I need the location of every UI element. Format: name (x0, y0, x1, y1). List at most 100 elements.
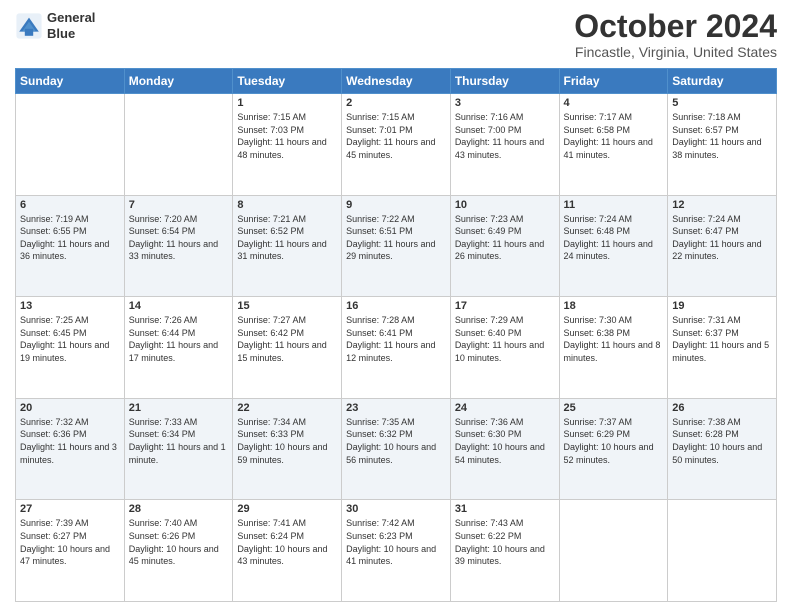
table-row: 12Sunrise: 7:24 AMSunset: 6:47 PMDayligh… (668, 195, 777, 297)
day-info: Sunrise: 7:40 AMSunset: 6:26 PMDaylight:… (129, 517, 229, 567)
col-monday: Monday (124, 69, 233, 94)
day-number: 16 (346, 300, 446, 312)
day-info: Sunrise: 7:43 AMSunset: 6:22 PMDaylight:… (455, 517, 555, 567)
day-number: 1 (237, 97, 337, 109)
day-info: Sunrise: 7:38 AMSunset: 6:28 PMDaylight:… (672, 416, 772, 466)
table-row: 17Sunrise: 7:29 AMSunset: 6:40 PMDayligh… (450, 297, 559, 399)
day-number: 23 (346, 402, 446, 414)
table-row: 25 Sunrise: 7:37 AMSunset: 6:29 PMDayligh… (559, 398, 668, 500)
day-info: Sunrise: 7:17 AMSunset: 6:58 PMDaylight:… (564, 111, 664, 161)
table-row: 2 Sunrise: 7:15 AMSunset: 7:01 PMDaylight… (342, 94, 451, 196)
table-row: 28 Sunrise: 7:40 AMSunset: 6:26 PMDayligh… (124, 500, 233, 602)
day-info: Sunrise: 7:32 AMSunset: 6:36 PMDaylight:… (20, 416, 120, 466)
day-info: Sunrise: 7:36 AMSunset: 6:30 PMDaylight:… (455, 416, 555, 466)
table-row: 16 Sunrise: 7:28 AMSunset: 6:41 PMDayligh… (342, 297, 451, 399)
title-block: October 2024 Fincastle, Virginia, United… (574, 10, 777, 60)
calendar-table: Sunday Monday Tuesday Wednesday Thursday… (15, 68, 777, 602)
calendar-week-row: 13 Sunrise: 7:25 AMSunset: 6:45 PMDayligh… (16, 297, 777, 399)
day-info: Sunrise: 7:39 AMSunset: 6:27 PMDaylight:… (20, 517, 120, 567)
day-info: Sunrise: 7:26 AMSunset: 6:44 PMDaylight:… (129, 314, 229, 364)
calendar-header-row: Sunday Monday Tuesday Wednesday Thursday… (16, 69, 777, 94)
day-info: Sunrise: 7:41 AMSunset: 6:24 PMDaylight:… (237, 517, 337, 567)
day-number: 25 (564, 402, 664, 414)
header: General Blue October 2024 Fincastle, Vir… (15, 10, 777, 60)
day-number: 29 (237, 503, 337, 515)
day-number: 4 (564, 97, 664, 109)
table-row: 23 Sunrise: 7:35 AMSunset: 6:32 PMDayligh… (342, 398, 451, 500)
day-number: 28 (129, 503, 229, 515)
day-number: 18 (564, 300, 664, 312)
logo-line2: Blue (47, 26, 95, 42)
day-info: Sunrise: 7:33 AMSunset: 6:34 PMDaylight:… (129, 416, 229, 466)
table-row (559, 500, 668, 602)
table-row: 20Sunrise: 7:32 AMSunset: 6:36 PMDayligh… (16, 398, 125, 500)
day-info: Sunrise: 7:25 AMSunset: 6:45 PMDaylight:… (20, 314, 120, 364)
table-row: 6 Sunrise: 7:19 AMSunset: 6:55 PMDaylight… (16, 195, 125, 297)
table-row: 26 Sunrise: 7:38 AMSunset: 6:28 PMDayligh… (668, 398, 777, 500)
day-info: Sunrise: 7:24 AMSunset: 6:47 PMDaylight:… (672, 213, 772, 263)
day-number: 31 (455, 503, 555, 515)
day-number: 17 (455, 300, 555, 312)
page: General Blue October 2024 Fincastle, Vir… (0, 0, 792, 612)
day-number: 26 (672, 402, 772, 414)
day-info: Sunrise: 7:22 AMSunset: 6:51 PMDaylight:… (346, 213, 446, 263)
day-info: Sunrise: 7:23 AMSunset: 6:49 PMDaylight:… (455, 213, 555, 263)
day-info: Sunrise: 7:31 AMSunset: 6:37 PMDaylight:… (672, 314, 772, 364)
day-info: Sunrise: 7:24 AMSunset: 6:48 PMDaylight:… (564, 213, 664, 263)
day-info: Sunrise: 7:28 AMSunset: 6:41 PMDaylight:… (346, 314, 446, 364)
day-number: 8 (237, 199, 337, 211)
col-friday: Friday (559, 69, 668, 94)
table-row: 9Sunrise: 7:22 AMSunset: 6:51 PMDaylight… (342, 195, 451, 297)
calendar-week-row: 1Sunrise: 7:15 AMSunset: 7:03 PMDaylight… (16, 94, 777, 196)
day-number: 7 (129, 199, 229, 211)
calendar-week-row: 27 Sunrise: 7:39 AMSunset: 6:27 PMDayligh… (16, 500, 777, 602)
table-row: 29 Sunrise: 7:41 AMSunset: 6:24 PMDayligh… (233, 500, 342, 602)
col-sunday: Sunday (16, 69, 125, 94)
col-thursday: Thursday (450, 69, 559, 94)
day-info: Sunrise: 7:30 AMSunset: 6:38 PMDaylight:… (564, 314, 664, 364)
table-row: 7 Sunrise: 7:20 AMSunset: 6:54 PMDaylight… (124, 195, 233, 297)
table-row: 30 Sunrise: 7:42 AMSunset: 6:23 PMDayligh… (342, 500, 451, 602)
table-row: 11 Sunrise: 7:24 AMSunset: 6:48 PMDayligh… (559, 195, 668, 297)
day-number: 15 (237, 300, 337, 312)
table-row: 4 Sunrise: 7:17 AMSunset: 6:58 PMDaylight… (559, 94, 668, 196)
logo-text: General Blue (47, 10, 95, 41)
table-row: 5Sunrise: 7:18 AMSunset: 6:57 PMDaylight… (668, 94, 777, 196)
day-info: Sunrise: 7:37 AMSunset: 6:29 PMDaylight:… (564, 416, 664, 466)
table-row: 22Sunrise: 7:34 AMSunset: 6:33 PMDayligh… (233, 398, 342, 500)
table-row: 19 Sunrise: 7:31 AMSunset: 6:37 PMDayligh… (668, 297, 777, 399)
day-info: Sunrise: 7:20 AMSunset: 6:54 PMDaylight:… (129, 213, 229, 263)
table-row (124, 94, 233, 196)
day-number: 27 (20, 503, 120, 515)
logo-icon (15, 12, 43, 40)
day-number: 6 (20, 199, 120, 211)
col-tuesday: Tuesday (233, 69, 342, 94)
month-title: October 2024 (574, 10, 777, 42)
day-info: Sunrise: 7:27 AMSunset: 6:42 PMDaylight:… (237, 314, 337, 364)
day-number: 19 (672, 300, 772, 312)
day-number: 14 (129, 300, 229, 312)
calendar-week-row: 20Sunrise: 7:32 AMSunset: 6:36 PMDayligh… (16, 398, 777, 500)
table-row: 10 Sunrise: 7:23 AMSunset: 6:49 PMDayligh… (450, 195, 559, 297)
day-number: 2 (346, 97, 446, 109)
day-info: Sunrise: 7:42 AMSunset: 6:23 PMDaylight:… (346, 517, 446, 567)
day-info: Sunrise: 7:16 AMSunset: 7:00 PMDaylight:… (455, 111, 555, 161)
day-info: Sunrise: 7:21 AMSunset: 6:52 PMDaylight:… (237, 213, 337, 263)
calendar-week-row: 6 Sunrise: 7:19 AMSunset: 6:55 PMDaylight… (16, 195, 777, 297)
table-row: 18 Sunrise: 7:30 AMSunset: 6:38 PMDayligh… (559, 297, 668, 399)
day-number: 30 (346, 503, 446, 515)
col-saturday: Saturday (668, 69, 777, 94)
day-number: 22 (237, 402, 337, 414)
table-row: 14 Sunrise: 7:26 AMSunset: 6:44 PMDayligh… (124, 297, 233, 399)
day-number: 13 (20, 300, 120, 312)
day-number: 21 (129, 402, 229, 414)
day-info: Sunrise: 7:19 AMSunset: 6:55 PMDaylight:… (20, 213, 120, 263)
day-number: 11 (564, 199, 664, 211)
table-row: 24Sunrise: 7:36 AMSunset: 6:30 PMDayligh… (450, 398, 559, 500)
col-wednesday: Wednesday (342, 69, 451, 94)
table-row: 1Sunrise: 7:15 AMSunset: 7:03 PMDaylight… (233, 94, 342, 196)
day-info: Sunrise: 7:35 AMSunset: 6:32 PMDaylight:… (346, 416, 446, 466)
location-title: Fincastle, Virginia, United States (574, 44, 777, 60)
day-number: 10 (455, 199, 555, 211)
day-info: Sunrise: 7:15 AMSunset: 7:01 PMDaylight:… (346, 111, 446, 161)
